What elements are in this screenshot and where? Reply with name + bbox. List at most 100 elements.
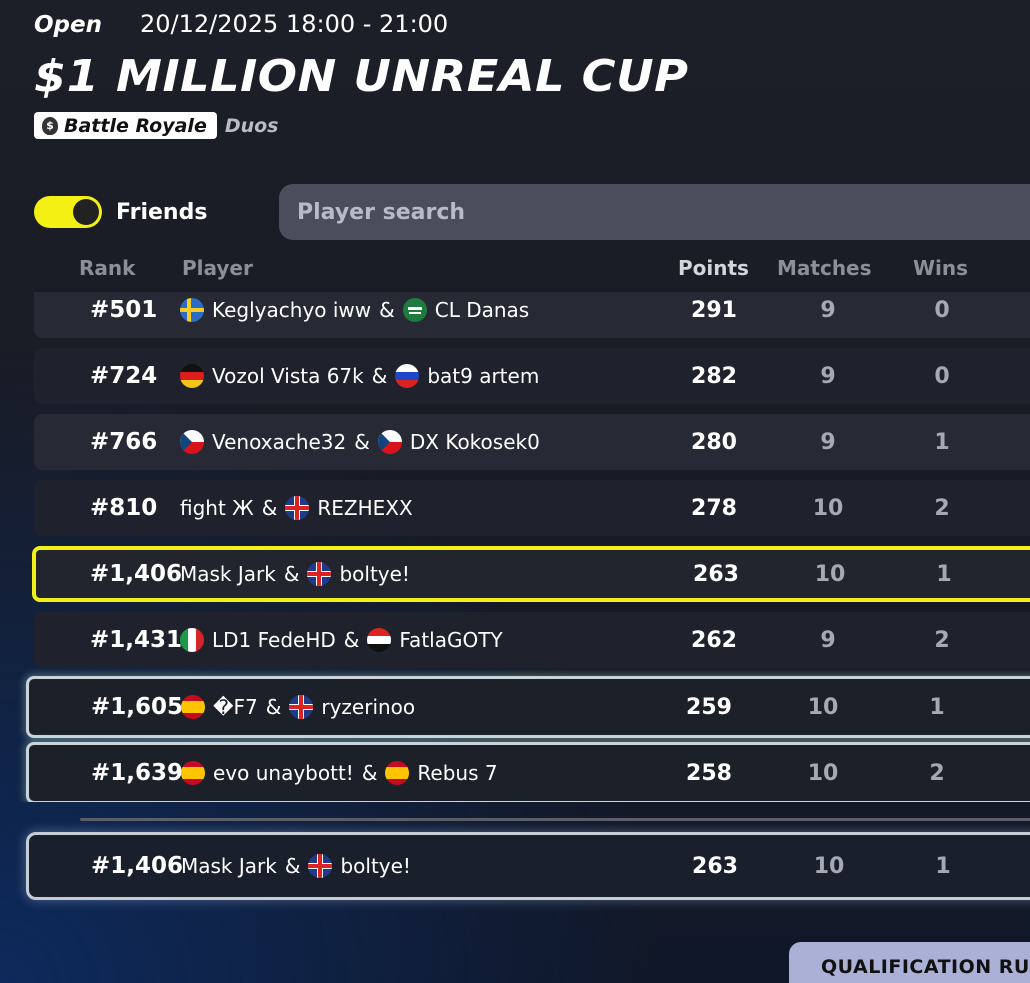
table-row[interactable]: #1,431 LD1 FedeHD & FatlaGOTY 262 9 2 [34, 612, 1030, 668]
row-points: 291 [691, 297, 737, 323]
row-points: 280 [691, 429, 737, 455]
player-two-name[interactable]: boltye! [340, 854, 411, 878]
leaderboard-table[interactable]: #501 Keglyachyo iww & CL Danas 291 9 0 #7… [0, 292, 1030, 802]
column-player[interactable]: Player [182, 256, 253, 280]
czechia-flag-icon [180, 430, 204, 454]
column-matches[interactable]: Matches [777, 256, 872, 280]
row-wins: 1 [929, 694, 945, 720]
friends-toggle[interactable] [34, 196, 102, 228]
saudi-arabia-flag-icon [402, 298, 427, 322]
table-row[interactable]: #724 Vozol Vista 67k & bat9 artem 282 9 0 [34, 348, 1030, 404]
row-players: Mask Jark & boltye! [180, 562, 410, 586]
row-players: fight Ж & REZHEXX [180, 496, 413, 520]
qualification-rules-button[interactable]: QUALIFICATION RU [789, 942, 1030, 983]
player-two-name[interactable]: Rebus 7 [417, 761, 497, 785]
row-rank: #1,605 [91, 694, 184, 720]
my-team-row[interactable]: #1,406 Mask Jark & boltye! 263 10 1 [26, 832, 1030, 900]
row-points: 278 [691, 495, 737, 521]
player-search-input[interactable] [297, 199, 1030, 225]
divider [80, 818, 1030, 821]
row-rank: #766 [90, 429, 158, 455]
my-team-wins: 1 [935, 853, 951, 879]
player-one-name[interactable]: evo unaybott! [213, 761, 354, 785]
player-one-name[interactable]: Venoxache32 [212, 430, 346, 454]
friends-filter: Friends [34, 196, 207, 228]
player-one-name[interactable]: �F7 [213, 695, 258, 719]
spain-flag-icon [181, 761, 205, 785]
row-matches: 9 [820, 429, 836, 455]
row-matches: 9 [820, 627, 836, 653]
player-search-box [279, 184, 1030, 240]
italy-flag-icon [180, 628, 204, 652]
event-meta: Open 20/12/2025 18:00 - 21:00 [34, 10, 657, 44]
row-wins: 1 [934, 429, 950, 455]
sweden-flag-icon [180, 298, 204, 322]
row-matches: 9 [820, 363, 836, 389]
russia-flag-icon [395, 364, 420, 388]
player-two-name[interactable]: CL Danas [435, 298, 529, 322]
toggle-knob [73, 199, 99, 225]
row-points: 259 [686, 694, 732, 720]
row-wins: 2 [934, 627, 950, 653]
row-wins: 0 [934, 297, 950, 323]
row-rank: #501 [90, 297, 158, 323]
table-row[interactable]: #501 Keglyachyo iww & CL Danas 291 9 0 [34, 292, 1030, 338]
player-two-name[interactable]: boltye! [339, 562, 410, 586]
table-row[interactable]: #1,605 �F7 & ryzerinoo 259 10 1 [26, 676, 1030, 738]
player-two-name[interactable]: ryzerinoo [321, 695, 415, 719]
team-size-label: Duos [224, 114, 279, 137]
row-points: 282 [691, 363, 737, 389]
event-title: $1 MILLION UNREAL CUP [34, 51, 689, 102]
mode-tag-label: Battle Royale [64, 114, 207, 137]
my-team-players: Mask Jark & boltye! [181, 854, 411, 878]
player-two-name[interactable]: REZHEXX [317, 496, 412, 520]
row-players: LD1 FedeHD & FatlaGOTY [180, 628, 503, 652]
moneybag-icon: $ [42, 116, 58, 135]
column-rank[interactable]: Rank [79, 256, 135, 280]
egypt-flag-icon [367, 628, 392, 652]
row-points: 258 [686, 760, 732, 786]
column-points[interactable]: Points [678, 256, 749, 280]
player-one-name[interactable]: Mask Jark [181, 854, 277, 878]
row-players: �F7 & ryzerinoo [181, 695, 415, 719]
row-wins: 1 [936, 561, 952, 587]
table-row[interactable]: #1,639 evo unaybott! & Rebus 7 258 10 2 [26, 742, 1030, 802]
event-datetime: 20/12/2025 18:00 - 21:00 [140, 10, 449, 38]
row-matches: 10 [812, 495, 844, 521]
row-rank: #1,431 [90, 627, 183, 653]
player-one-name[interactable]: Mask Jark [180, 562, 276, 586]
player-two-name[interactable]: FatlaGOTY [399, 628, 502, 652]
germany-flag-icon [180, 364, 204, 388]
row-matches: 9 [820, 297, 836, 323]
column-wins[interactable]: Wins [913, 256, 968, 280]
player-two-name[interactable]: bat9 artem [427, 364, 539, 388]
uk-flag-icon [285, 496, 310, 520]
status-label: Open [34, 12, 102, 38]
row-rank: #810 [90, 495, 158, 521]
row-rank: #1,406 [90, 561, 183, 587]
row-matches: 10 [814, 561, 846, 587]
player-two-name[interactable]: DX Kokosek0 [410, 430, 540, 454]
table-row-current-team[interactable]: #1,406 Mask Jark & boltye! 263 10 1 [32, 546, 1030, 602]
table-row[interactable]: #810 fight Ж & REZHEXX 278 10 2 [34, 480, 1030, 536]
player-one-name[interactable]: Keglyachyo iww [212, 298, 371, 322]
my-team-rank: #1,406 [91, 853, 184, 879]
my-team-points: 263 [692, 853, 738, 879]
row-wins: 2 [929, 760, 945, 786]
row-matches: 10 [807, 694, 839, 720]
row-players: Vozol Vista 67k & bat9 artem [180, 364, 539, 388]
player-one-name[interactable]: Vozol Vista 67k [212, 364, 364, 388]
row-wins: 2 [934, 495, 950, 521]
player-one-name[interactable]: fight Ж [180, 496, 254, 520]
row-rank: #1,639 [91, 760, 184, 786]
row-players: evo unaybott! & Rebus 7 [181, 761, 498, 785]
my-team-matches: 10 [813, 853, 845, 879]
table-row[interactable]: #766 Venoxache32 & DX Kokosek0 280 9 1 [34, 414, 1030, 470]
row-players: Keglyachyo iww & CL Danas [180, 298, 529, 322]
row-rank: #724 [90, 363, 158, 389]
row-points: 262 [691, 627, 737, 653]
spain-flag-icon [385, 761, 410, 785]
friends-label: Friends [116, 199, 208, 225]
player-one-name[interactable]: LD1 FedeHD [212, 628, 336, 652]
uk-flag-icon [289, 695, 314, 719]
